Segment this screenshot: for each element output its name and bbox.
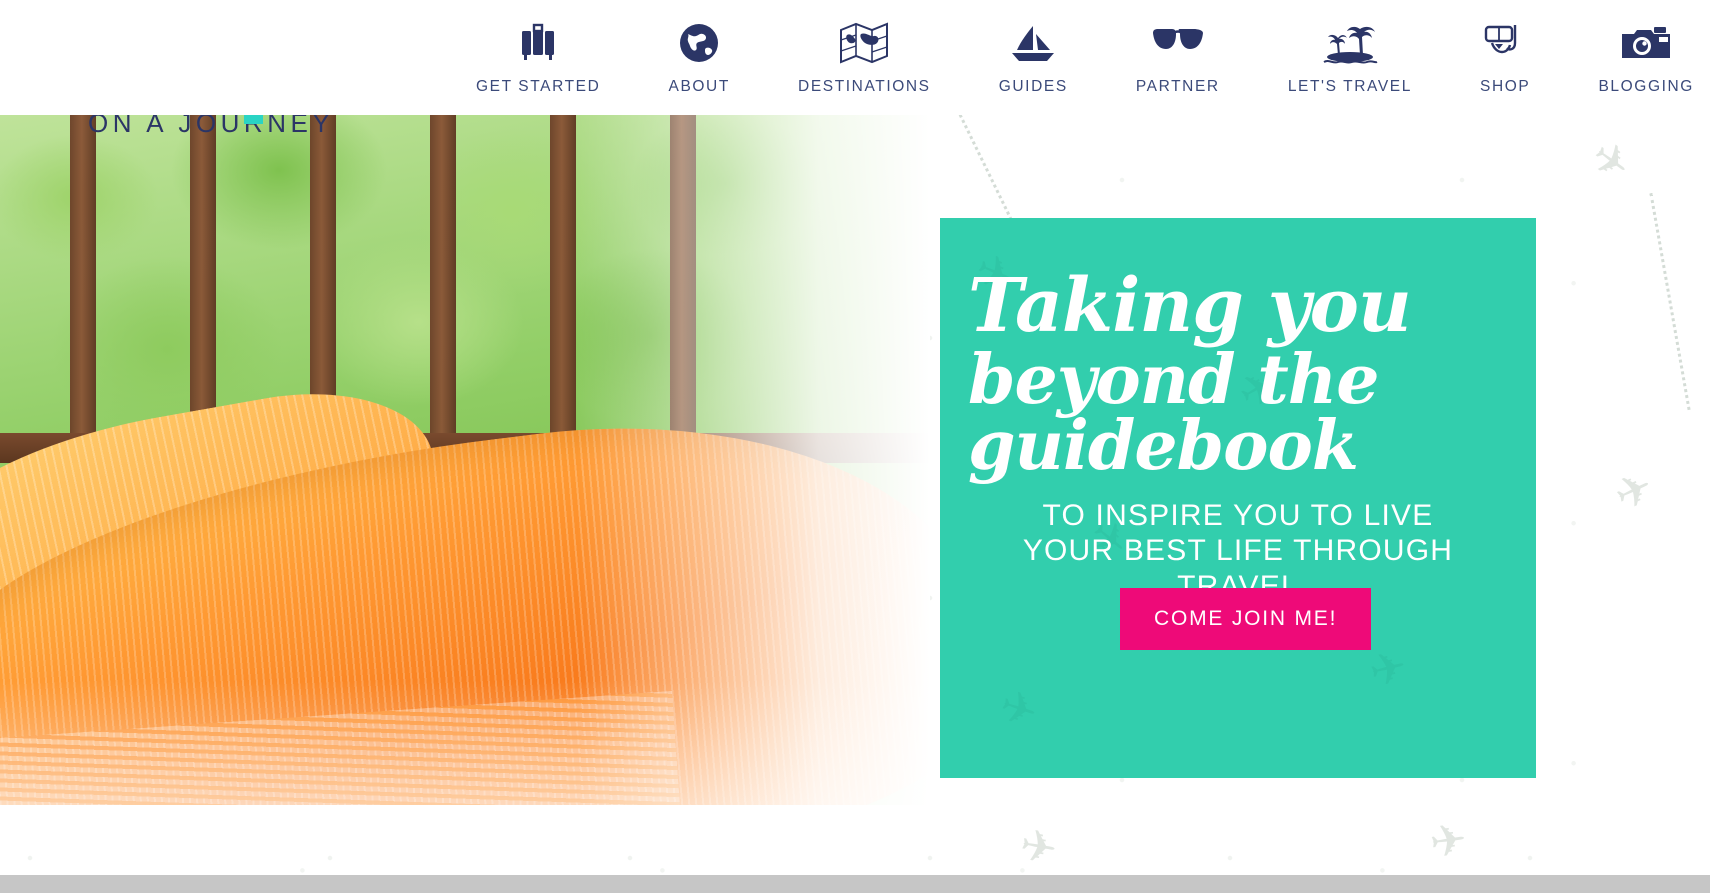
promo-headline-line1: Taking you — [968, 263, 1412, 349]
globe-icon — [678, 18, 720, 68]
folded-map-icon — [839, 18, 889, 68]
nav-item-destinations[interactable]: DESTINATIONS — [792, 18, 937, 96]
plane-motif-icon: ✈ — [1016, 820, 1061, 875]
suitcase-icon — [516, 18, 560, 68]
nav-label: LET'S TRAVEL — [1287, 78, 1412, 95]
plane-motif-icon: ✈ — [1426, 814, 1471, 869]
hero-photo — [0, 115, 930, 805]
palm-island-icon — [1322, 18, 1378, 68]
nav-label: PARTNER — [1135, 78, 1220, 95]
nav-label: GUIDES — [998, 78, 1068, 95]
main-navigation: GET STARTED ABOUT DESTINATIONS GUIDES PA… — [470, 18, 1700, 113]
photo-fade-overlay — [0, 115, 930, 805]
nav-label: SHOP — [1480, 78, 1531, 95]
nav-item-about[interactable]: ABOUT — [663, 18, 736, 96]
nav-label: GET STARTED — [476, 78, 601, 95]
nav-item-guides[interactable]: GUIDES — [993, 18, 1074, 96]
nav-label: BLOGGING — [1598, 78, 1694, 95]
promo-subheadline-line1: TO INSPIRE YOU TO LIVE — [1042, 499, 1434, 532]
sailboat-icon — [1009, 18, 1057, 68]
nav-item-partner[interactable]: PARTNER — [1130, 18, 1226, 96]
promo-headline-line2: beyond the guidebook — [968, 339, 1379, 487]
page-root: ✈ ✈ ✈ ✈ ✈ ✈ ✈ ✈ ✈ Taking you beyond the … — [0, 0, 1710, 893]
bottom-band — [0, 875, 1710, 893]
promo-panel: ✈ ✈ ✈ ✈ ✈ Taking you beyond the guideboo… — [940, 218, 1536, 778]
nav-item-shop[interactable]: SHOP — [1474, 18, 1536, 96]
snorkel-mask-icon — [1481, 18, 1529, 68]
nav-item-blogging[interactable]: BLOGGING — [1592, 18, 1699, 96]
promo-content: Taking you beyond the guidebook TO INSPI… — [940, 218, 1536, 778]
camera-icon — [1620, 18, 1672, 68]
nav-label: DESTINATIONS — [798, 78, 931, 95]
promo-headline: Taking you beyond the guidebook — [968, 269, 1514, 487]
nav-label: ABOUT — [668, 78, 730, 95]
hero-photo-canvas — [0, 115, 930, 805]
sunglasses-icon — [1150, 18, 1206, 68]
nav-item-get-started[interactable]: GET STARTED — [470, 18, 606, 96]
come-join-me-button[interactable]: COME JOIN ME! — [1120, 588, 1372, 650]
nav-item-lets-travel[interactable]: LET'S TRAVEL — [1282, 18, 1418, 96]
